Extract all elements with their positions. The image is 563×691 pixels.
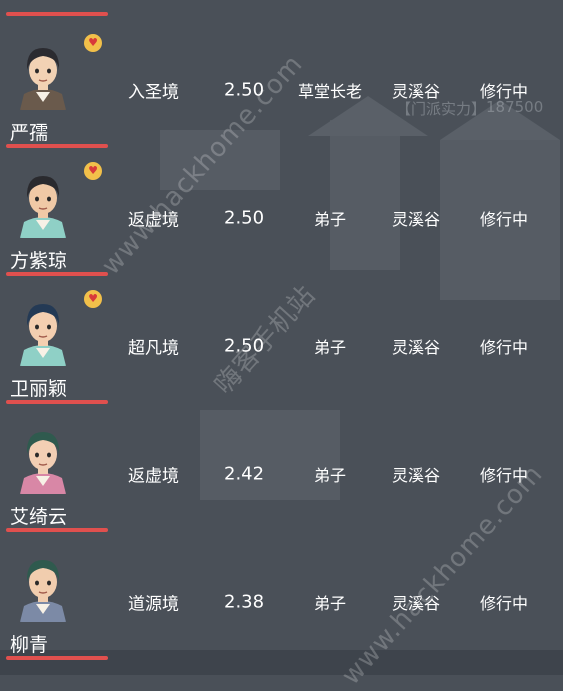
heart-emoji-icon: ♥: [84, 290, 102, 308]
aptitude-value: 2.50: [224, 335, 265, 357]
avatar[interactable]: [14, 424, 72, 494]
disciple-row[interactable]: ♥ 方紫琼 返虚境 2.50 弟子 灵溪谷 修行中: [0, 148, 563, 276]
location: 灵溪谷: [392, 466, 441, 485]
name-underline-bar: [6, 656, 108, 660]
cultivation-realm: 返虚境: [128, 466, 179, 487]
disciple-row[interactable]: ♥ 卫丽颖 超凡境 2.50 弟子 灵溪谷 修行中: [0, 276, 563, 404]
aptitude-value: 2.42: [224, 463, 265, 485]
avatar[interactable]: [14, 40, 72, 110]
heart-emoji-icon: ♥: [84, 34, 102, 52]
avatar[interactable]: [14, 296, 72, 366]
sect-role: 弟子: [313, 210, 346, 229]
activity-status: 修行中: [480, 338, 529, 357]
aptitude-value: 2.50: [224, 207, 265, 229]
cultivation-realm: 超凡境: [128, 338, 179, 359]
activity-status: 修行中: [480, 82, 529, 101]
activity-status: 修行中: [480, 594, 529, 613]
disciple-list: ♥ 严孺 入圣境 2.50 草堂长老 灵溪谷 修行中 ♥ 方紫琼 返虚境 2.50 弟子 灵溪谷 修行中 ♥…: [0, 0, 563, 675]
disciple-name: 方紫琼: [10, 250, 68, 272]
avatar[interactable]: [14, 552, 72, 622]
disciple-name: 卫丽颖: [10, 378, 68, 400]
disciple-name: 柳青: [10, 634, 49, 656]
sect-role: 草堂长老: [297, 82, 362, 101]
location: 灵溪谷: [392, 82, 441, 101]
activity-status: 修行中: [480, 466, 529, 485]
sect-role: 弟子: [313, 594, 346, 613]
sect-role: 弟子: [313, 466, 346, 485]
disciple-row[interactable]: 柳青 道源境 2.38 弟子 灵溪谷 修行中: [0, 532, 563, 660]
disciple-name: 严孺: [10, 122, 49, 144]
cultivation-realm: 入圣境: [128, 82, 179, 103]
cultivation-realm: 道源境: [128, 594, 179, 615]
avatar[interactable]: [14, 168, 72, 238]
heart-emoji-icon: ♥: [84, 162, 102, 180]
sect-role: 弟子: [313, 338, 346, 357]
location: 灵溪谷: [392, 210, 441, 229]
location: 灵溪谷: [392, 594, 441, 613]
location: 灵溪谷: [392, 338, 441, 357]
activity-status: 修行中: [480, 210, 529, 229]
cultivation-realm: 返虚境: [128, 210, 179, 231]
disciple-row[interactable]: 艾绮云 返虚境 2.42 弟子 灵溪谷 修行中: [0, 404, 563, 532]
disciple-row[interactable]: ♥ 严孺 入圣境 2.50 草堂长老 灵溪谷 修行中: [0, 20, 563, 148]
disciple-name: 艾绮云: [10, 506, 68, 528]
aptitude-value: 2.38: [224, 591, 265, 613]
aptitude-value: 2.50: [224, 79, 265, 101]
